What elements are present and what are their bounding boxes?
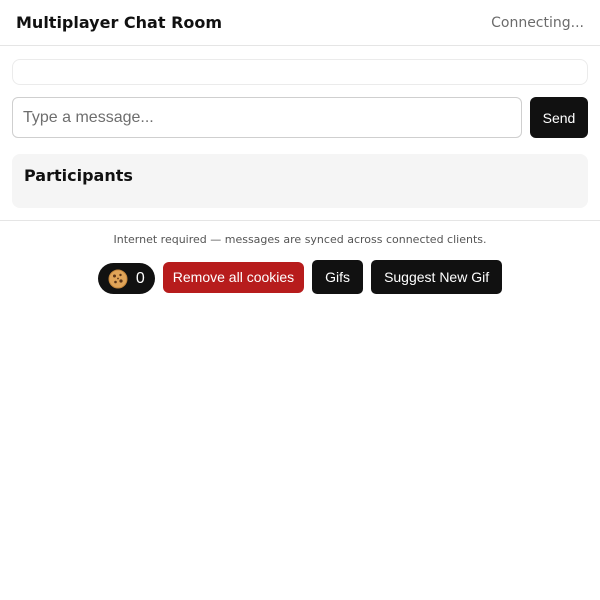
gifs-button[interactable]: Gifs: [312, 260, 364, 294]
message-input[interactable]: [12, 97, 522, 138]
page-title: Multiplayer Chat Room: [16, 13, 223, 32]
cookie-counter[interactable]: 0: [97, 263, 155, 294]
cookie-icon: [108, 269, 128, 289]
footer: Internet required — messages are synced …: [0, 220, 600, 294]
message-list[interactable]: [12, 59, 588, 85]
participants-panel: Participants: [12, 154, 588, 208]
cookie-count: 0: [135, 269, 145, 287]
remove-cookies-button[interactable]: Remove all cookies: [162, 261, 305, 293]
header: Multiplayer Chat Room Connecting...: [0, 0, 600, 46]
footer-actions: 0 Remove all cookies Gifs Suggest New Gi…: [0, 260, 600, 294]
send-button[interactable]: Send: [530, 97, 588, 138]
suggest-gif-button[interactable]: Suggest New Gif: [371, 260, 503, 294]
footer-note: Internet required — messages are synced …: [113, 233, 487, 246]
chat-app: Multiplayer Chat Room Connecting... Send…: [0, 0, 600, 294]
main-content: Send Participants: [0, 46, 600, 208]
participants-heading: Participants: [24, 166, 133, 185]
connection-status: Connecting...: [491, 14, 584, 31]
message-composer: Send: [12, 97, 588, 138]
